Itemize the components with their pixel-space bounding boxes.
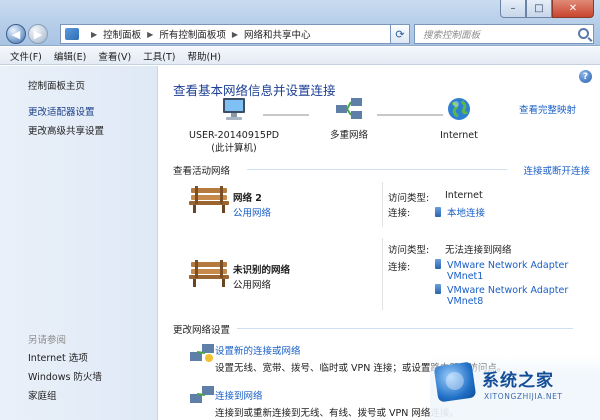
adapter-icon	[435, 259, 441, 269]
computer-name: USER-20140915PD	[188, 130, 280, 141]
sidebar-internet-options[interactable]: Internet 选项	[28, 350, 88, 364]
title-bar: – □ ✕ ◀ ▶ ▶ 控制面板 ▶ 所有控制面板项 ▶ 网络和共享中心 ▼ ⟳…	[0, 0, 600, 46]
connection-label: VMware Network Adapter	[447, 260, 569, 271]
search-placeholder: 搜索控制面板	[423, 30, 481, 41]
forward-button[interactable]: ▶	[28, 24, 48, 44]
sidebar-change-adapter-settings[interactable]: 更改适配器设置	[28, 104, 95, 118]
connect-to-network-desc: 连接到或重新连接到无线、有线、拨号或 VPN 网络连接。	[215, 408, 459, 419]
connect-disconnect-link[interactable]: 连接或断开连接	[523, 163, 590, 177]
section-divider	[247, 169, 507, 170]
help-icon[interactable]: ?	[579, 70, 592, 83]
map-connection-line	[263, 114, 309, 116]
back-button[interactable]: ◀	[6, 24, 26, 44]
globe-icon	[448, 98, 470, 120]
connect-to-network-link[interactable]: 连接到网络	[215, 388, 263, 402]
vmnet1-connection-link[interactable]: VMware Network Adapter	[435, 259, 568, 271]
adapter-icon	[435, 284, 441, 294]
menu-bar: 文件(F) 编辑(E) 查看(V) 工具(T) 帮助(H)	[0, 47, 600, 65]
access-type-value: 无法连接到网络	[445, 245, 512, 256]
watermark: 系统之家 XITONGZHIJIA.NET	[430, 356, 600, 420]
map-node-internet[interactable]: Internet	[429, 96, 489, 142]
close-button[interactable]: ✕	[552, 0, 594, 18]
column-divider	[382, 238, 383, 310]
network-name: 网络 2	[233, 193, 262, 204]
view-full-map-link[interactable]: 查看完整映射	[519, 102, 576, 116]
menu-view[interactable]: 查看(V)	[98, 49, 131, 63]
connections-label: 连接:	[388, 262, 411, 273]
menu-tools[interactable]: 工具(T)	[143, 49, 175, 63]
sidebar-homegroup[interactable]: 家庭组	[28, 388, 57, 402]
refresh-button[interactable]: ⟳	[390, 24, 410, 44]
connections-label: 连接:	[388, 208, 411, 219]
breadcrumb-all-items[interactable]: 所有控制面板项	[159, 27, 226, 41]
forward-arrow-icon: ▶	[33, 27, 43, 41]
vmnet8-connection-link-line2[interactable]: VMnet8	[447, 296, 483, 307]
access-type-label: 访问类型:	[388, 245, 430, 256]
sidebar: 控制面板主页 更改适配器设置 更改高级共享设置 另请参阅 Internet 选项…	[0, 66, 158, 420]
control-panel-icon	[65, 28, 79, 40]
adapter-icon	[435, 207, 441, 217]
sidebar-change-advanced-sharing[interactable]: 更改高级共享设置	[28, 123, 104, 137]
sidebar-windows-firewall[interactable]: Windows 防火墙	[28, 369, 102, 383]
new-connection-icon	[190, 344, 214, 362]
refresh-icon: ⟳	[395, 27, 405, 41]
breadcrumb-separator-icon[interactable]: ▶	[147, 30, 153, 39]
watermark-title: 系统之家	[482, 371, 554, 391]
sidebar-control-panel-home[interactable]: 控制面板主页	[28, 78, 85, 92]
local-connection-link[interactable]: 本地连接	[435, 205, 485, 219]
computer-sublabel: (此计算机)	[211, 143, 257, 154]
minimize-button[interactable]: –	[500, 0, 526, 18]
vmnet1-connection-link-line2[interactable]: VMnet1	[447, 271, 483, 282]
connect-network-icon	[190, 386, 214, 403]
computer-icon	[223, 98, 245, 120]
connection-label: 本地连接	[447, 208, 486, 219]
change-settings-title: 更改网络设置	[173, 325, 231, 336]
access-type-value: Internet	[445, 190, 483, 201]
menu-help[interactable]: 帮助(H)	[187, 49, 221, 63]
access-type-label: 访问类型:	[388, 193, 430, 204]
back-arrow-icon: ◀	[11, 27, 21, 41]
setup-new-connection-link[interactable]: 设置新的连接或网络	[215, 343, 301, 357]
menu-edit[interactable]: 编辑(E)	[54, 49, 86, 63]
see-also-title: 另请参阅	[28, 335, 67, 346]
vmnet8-connection-link[interactable]: VMware Network Adapter	[435, 284, 568, 296]
internet-label: Internet	[440, 130, 478, 141]
address-bar[interactable]: ▶ 控制面板 ▶ 所有控制面板项 ▶ 网络和共享中心 ▼	[60, 24, 408, 44]
search-input[interactable]: 搜索控制面板	[414, 24, 594, 44]
window-controls: – □ ✕	[500, 0, 594, 18]
watermark-url: XITONGZHIJIA.NET	[484, 392, 563, 401]
network-name: 未识别的网络	[233, 265, 291, 276]
maximize-button[interactable]: □	[526, 0, 552, 18]
section-divider	[237, 328, 573, 329]
bench-icon	[189, 186, 229, 213]
breadcrumb-separator-icon[interactable]: ▶	[232, 30, 238, 39]
menu-file[interactable]: 文件(F)	[10, 49, 42, 63]
watermark-logo-icon	[433, 361, 477, 403]
breadcrumb-network-center[interactable]: 网络和共享中心	[244, 27, 311, 41]
multiple-networks-label: 多重网络	[329, 130, 368, 141]
map-node-computer[interactable]: USER-20140915PD (此计算机)	[179, 96, 289, 155]
breadcrumb-control-panel[interactable]: 控制面板	[103, 27, 141, 41]
map-node-multiple-networks[interactable]: 多重网络	[309, 96, 389, 142]
network-category-link[interactable]: 公用网络	[233, 205, 271, 219]
network-category: 公用网络	[233, 280, 272, 291]
search-icon[interactable]	[578, 28, 589, 39]
multiple-networks-icon	[336, 98, 362, 119]
active-networks-title: 查看活动网络	[173, 166, 231, 177]
breadcrumb-separator-icon[interactable]: ▶	[91, 30, 97, 39]
connection-label: VMware Network Adapter	[447, 285, 569, 296]
bench-icon	[189, 260, 229, 287]
column-divider	[382, 182, 383, 227]
